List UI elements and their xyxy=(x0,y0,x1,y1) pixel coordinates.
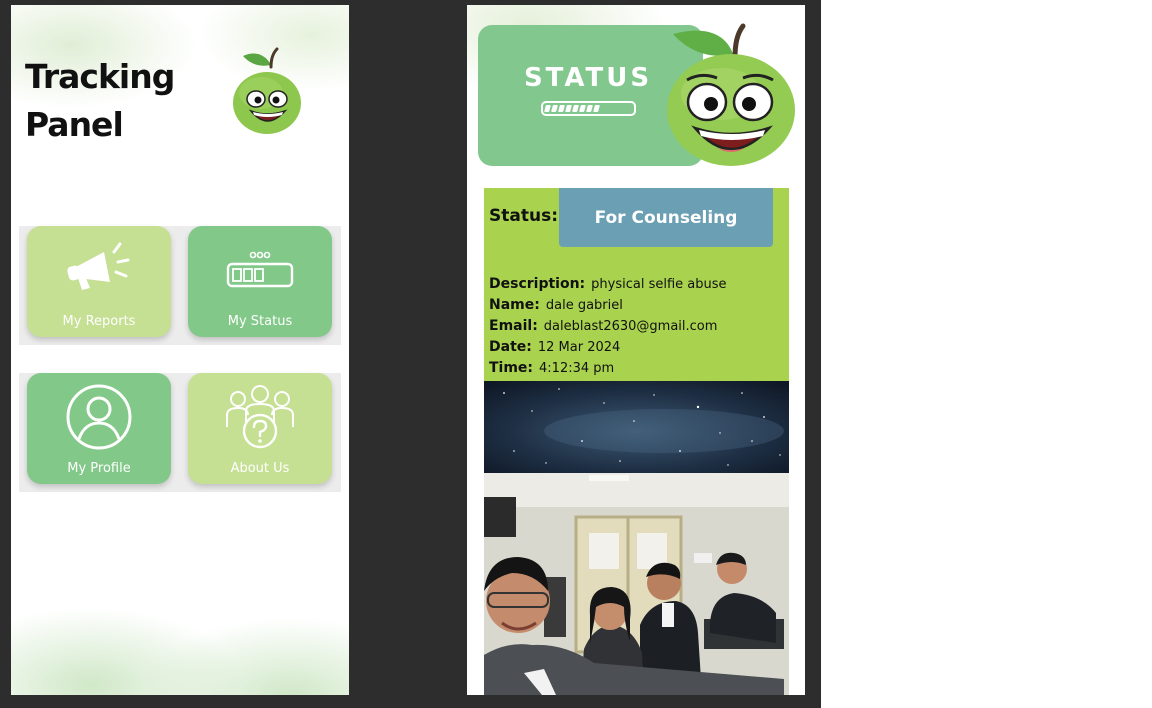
status-screen: STATUS Status: For Counseling Descriptio… xyxy=(467,5,805,695)
tracking-panel-screen: Tracking Panel My Reports My Status My P… xyxy=(11,5,349,695)
name-row: Name: dale gabriel xyxy=(489,297,623,313)
tile-label: About Us xyxy=(230,461,290,476)
description-row: Description: physical selfie abuse xyxy=(489,276,727,292)
tile-label: My Status xyxy=(227,314,293,329)
status-badge: For Counseling xyxy=(559,188,773,247)
user-circle-icon xyxy=(66,384,132,450)
time-row: Time: 4:12:34 pm xyxy=(489,360,614,376)
time-key: Time: xyxy=(489,360,534,376)
email-key: Email: xyxy=(489,318,538,334)
starry-space-image[interactable] xyxy=(484,381,789,473)
status-value: For Counseling xyxy=(594,207,738,228)
page-title: Tracking Panel xyxy=(25,57,175,144)
name-key: Name: xyxy=(489,297,540,313)
description-value: physical selfie abuse xyxy=(591,277,727,292)
description-key: Description: xyxy=(489,276,586,292)
status-label: Status: xyxy=(489,206,558,226)
app-canvas: Tracking Panel My Reports My Status My P… xyxy=(0,0,821,708)
my-reports-tile[interactable]: My Reports xyxy=(27,226,171,337)
tile-label: My Profile xyxy=(67,461,131,476)
date-value: 12 Mar 2024 xyxy=(537,340,621,355)
date-row: Date: 12 Mar 2024 xyxy=(489,339,620,355)
email-value: daleblast2630@gmail.com xyxy=(543,319,718,334)
date-key: Date: xyxy=(489,339,532,355)
about-us-tile[interactable]: About Us xyxy=(188,373,332,484)
email-row: Email: daleblast2630@gmail.com xyxy=(489,318,717,334)
megaphone-icon xyxy=(67,242,130,290)
my-status-tile[interactable]: My Status xyxy=(188,226,332,337)
group-question-icon xyxy=(226,385,294,449)
progress-bar-icon xyxy=(541,101,636,116)
apple-mascot-icon xyxy=(233,47,301,134)
tile-label: My Reports xyxy=(62,314,136,329)
my-profile-tile[interactable]: My Profile xyxy=(27,373,171,484)
time-value: 4:12:34 pm xyxy=(539,361,615,376)
report-status-card: Status: For Counseling Description: physi… xyxy=(484,188,789,381)
group-selfie-photo[interactable] xyxy=(484,473,789,695)
name-value: dale gabriel xyxy=(545,298,623,313)
progress-bar-icon xyxy=(226,251,294,288)
apple-mascot-icon xyxy=(667,23,795,166)
